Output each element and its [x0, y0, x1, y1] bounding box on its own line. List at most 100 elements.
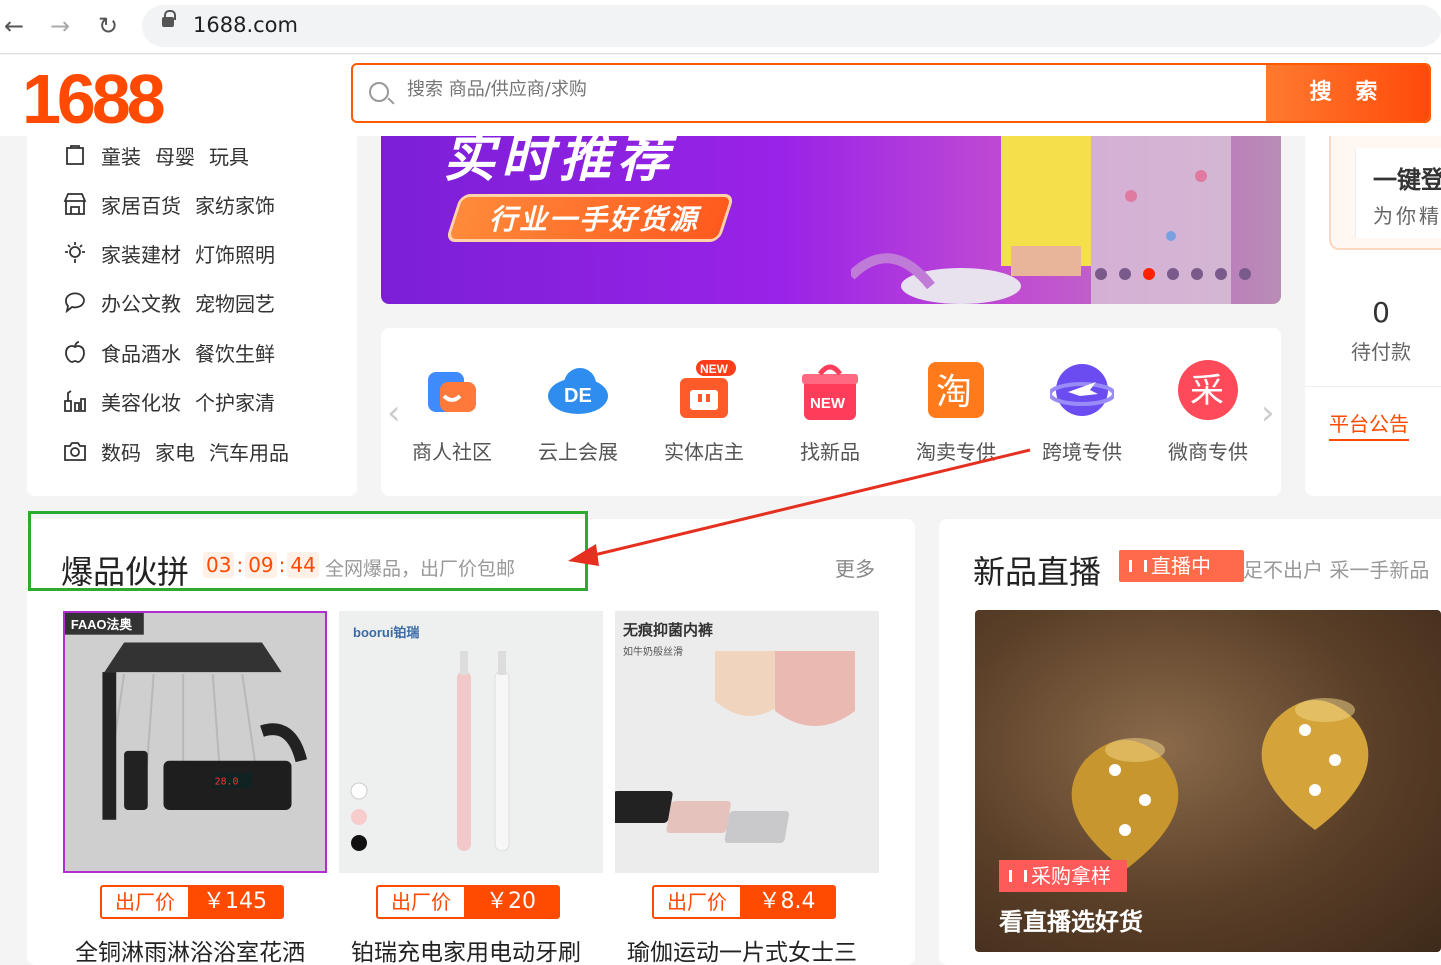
url-text[interactable]: 1688.com — [193, 13, 298, 37]
community-icon — [420, 358, 484, 422]
service-item[interactable]: NEW 实体店主 — [649, 358, 759, 465]
promo-line1: 一键登 — [1373, 166, 1441, 194]
product-title[interactable]: 铂瑞充电家用电动牙刷 — [351, 933, 611, 965]
category-row: 童装 母婴 玩具 — [61, 140, 263, 170]
category-row: 美容化妆 个护家清 — [61, 386, 289, 416]
platform-notice-tab[interactable]: 平台公告 — [1329, 408, 1409, 441]
category-link[interactable]: 汽车用品 — [209, 437, 289, 466]
category-link[interactable]: 数码 — [101, 437, 141, 466]
category-link[interactable]: 家电 — [155, 437, 195, 466]
service-item[interactable]: 淘 淘卖专供 — [901, 358, 1011, 465]
carousel-dots — [1095, 268, 1251, 280]
login-promo-card[interactable]: 一键登 为你精 — [1329, 136, 1441, 250]
plane-globe-icon — [1048, 358, 1116, 422]
svg-text:淘: 淘 — [936, 372, 972, 413]
svg-text:28.0: 28.0 — [215, 776, 239, 787]
category-link[interactable]: 餐饮生鲜 — [195, 338, 275, 367]
divider — [1305, 386, 1441, 387]
category-link[interactable]: 家纺家饰 — [195, 190, 275, 219]
service-label: 淘卖专供 — [916, 440, 996, 464]
section-subtitle: 足不出户 采一手新品 — [1243, 558, 1430, 582]
product-card[interactable]: boorui铂瑞 出厂价 ￥20 铂瑞充电家用电动牙刷 — [339, 611, 603, 965]
product-image[interactable]: 无痕抑菌内裤 如牛奶般丝滑 — [615, 611, 879, 873]
product-title[interactable]: 全铜淋雨淋浴浴室花洒 — [75, 933, 335, 965]
brand-text: boorui铂瑞 — [353, 625, 419, 640]
live-badge: 直播中 — [1119, 550, 1244, 582]
category-link[interactable]: 玩具 — [209, 141, 249, 170]
live-section: 新品直播 直播中 足不出户 采一手新品 采购拿样 看直播选好货 — [939, 519, 1441, 965]
service-label: 实体店主 — [664, 440, 744, 464]
promo-line2: 为你精 — [1373, 204, 1441, 228]
service-label: 商人社区 — [412, 440, 492, 464]
price-tag: 出厂价 ￥8.4 — [652, 885, 836, 919]
category-row: 食品酒水 餐饮生鲜 — [61, 337, 289, 367]
carousel-dot[interactable] — [1095, 268, 1107, 280]
service-item[interactable]: 采 微商专供 — [1153, 358, 1263, 465]
carousel-dot-active[interactable] — [1143, 268, 1155, 280]
service-item[interactable]: NEW 找新品 — [775, 358, 885, 465]
live-stream-thumbnail[interactable]: 采购拿样 看直播选好货 — [975, 610, 1441, 952]
section-title: 新品直播 — [973, 553, 1102, 591]
user-panel: 一键登 为你精 0 待付款 平台公告 — [1305, 136, 1441, 496]
product-image[interactable]: boorui铂瑞 — [339, 611, 603, 873]
category-link[interactable]: 母婴 — [155, 141, 195, 170]
pending-payment-label[interactable]: 待付款 — [1305, 336, 1441, 365]
product-card[interactable]: 28.0 FAAO法奥 出厂价 ￥145 全铜淋雨淋浴浴室花洒 — [63, 611, 327, 965]
apple-icon — [61, 338, 89, 366]
reload-icon[interactable]: ↻ — [94, 12, 122, 40]
category-link[interactable]: 童装 — [101, 141, 141, 170]
carousel-dot[interactable] — [1215, 268, 1227, 280]
carousel-dot[interactable] — [1191, 268, 1203, 280]
browser-toolbar: ← → ↻ 1688.com — [0, 0, 1441, 54]
carousel-dot[interactable] — [1239, 268, 1251, 280]
chevron-right-icon[interactable]: › — [1261, 396, 1281, 430]
service-item[interactable]: DE 云上会展 — [523, 358, 633, 465]
category-link[interactable]: 家装建材 — [101, 239, 181, 268]
category-link[interactable]: 美容化妆 — [101, 387, 181, 416]
tao-icon: 淘 — [924, 358, 988, 422]
search-button[interactable]: 搜 索 — [1266, 65, 1429, 121]
search-input[interactable] — [407, 79, 1247, 100]
service-shortcuts: ‹ › 商人社区 DE 云上会展 NEW 实体店主 NEW 找新品 淘 淘卖专供… — [381, 328, 1281, 496]
more-link[interactable]: 更多 — [835, 553, 875, 582]
banner-pill-text: 行业一手好货源 — [489, 203, 700, 236]
carousel-dot[interactable] — [1167, 268, 1179, 280]
promo-banner[interactable]: 实时推荐 行业一手好货源 — [381, 136, 1281, 304]
category-link[interactable]: 灯饰照明 — [195, 239, 275, 268]
banner-title: 实时推荐 — [443, 136, 676, 189]
cai-icon: 采 — [1176, 358, 1240, 422]
lock-icon[interactable] — [162, 10, 176, 27]
category-link[interactable]: 个护家清 — [195, 387, 275, 416]
search-icon — [369, 82, 389, 102]
brand-text: 无痕抑菌内裤 — [622, 621, 713, 639]
category-link[interactable]: 办公文教 — [101, 288, 181, 317]
price-tag: 出厂价 ￥145 — [100, 885, 284, 919]
price-value: ￥8.4 — [740, 887, 834, 917]
back-arrow-icon[interactable]: ← — [0, 12, 28, 40]
address-bar[interactable] — [142, 5, 1441, 47]
camera-icon — [61, 437, 89, 465]
product-title[interactable]: 瑜伽运动一片式女士三 — [627, 933, 887, 965]
product-image[interactable]: 28.0 FAAO法奥 — [63, 611, 327, 873]
search-box: 搜 索 — [351, 63, 1431, 123]
highlight-frame — [28, 511, 588, 591]
service-item[interactable]: 跨境专供 — [1027, 358, 1137, 465]
category-link[interactable]: 宠物园艺 — [195, 288, 275, 317]
new-gift-icon: NEW — [798, 358, 862, 422]
category-link[interactable]: 家居百货 — [101, 190, 181, 219]
forward-arrow-icon[interactable]: → — [46, 12, 74, 40]
category-link[interactable]: 食品酒水 — [101, 338, 181, 367]
price-label: 出厂价 — [391, 890, 451, 914]
product-card[interactable]: 无痕抑菌内裤 如牛奶般丝滑 出厂价 ￥8.4 瑜伽运动一片式女士三 — [615, 611, 879, 965]
price-value: ￥145 — [188, 887, 282, 917]
category-row: 数码 家电 汽车用品 — [61, 436, 303, 466]
live-caption: 看直播选好货 — [999, 908, 1143, 936]
service-label: 跨境专供 — [1042, 440, 1122, 464]
chat-icon — [61, 288, 89, 316]
site-logo[interactable]: 1688 — [22, 59, 166, 139]
store-icon — [61, 190, 89, 218]
service-item[interactable]: 商人社区 — [397, 358, 507, 465]
carousel-dot[interactable] — [1119, 268, 1131, 280]
svg-text:NEW: NEW — [810, 395, 846, 412]
pending-payment-count[interactable]: 0 — [1305, 296, 1441, 329]
